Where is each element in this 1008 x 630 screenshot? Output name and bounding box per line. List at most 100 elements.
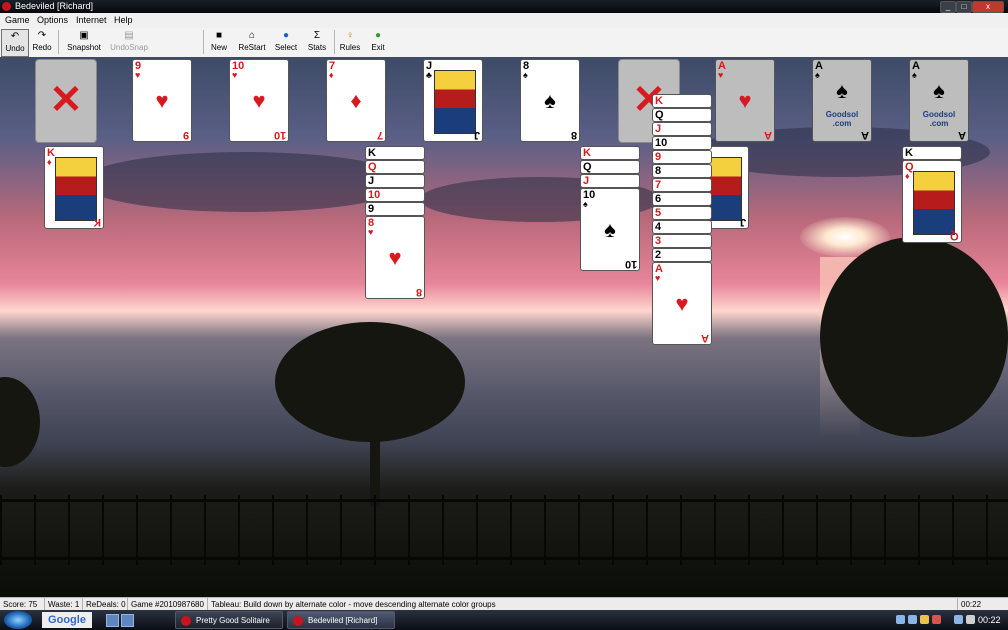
card-3-hearts[interactable]: 3 [652, 234, 712, 248]
background-cloud [80, 152, 410, 212]
card-king-diamonds[interactable]: K ♦ K [44, 146, 104, 229]
jack-portrait [434, 70, 476, 134]
toolbar-separator [58, 30, 59, 54]
card-6-spades[interactable]: 6 [652, 192, 712, 206]
card-8-clubs[interactable]: 8 [652, 164, 712, 178]
minimize-button[interactable]: _ [940, 1, 956, 13]
tray-app-icon[interactable] [932, 615, 941, 624]
fence-rail [0, 499, 1008, 502]
background-tree [820, 237, 1008, 437]
clock: 00:22 [978, 615, 1001, 625]
card-queen-hearts[interactable]: Q [365, 160, 425, 174]
card-jack-diamonds[interactable]: J [580, 174, 640, 188]
foundation-ace-hearts[interactable]: A ♥ ♥ A [715, 59, 775, 142]
volume-icon[interactable] [966, 615, 975, 624]
undo-icon: ↶ [10, 31, 20, 42]
card-jack-clubs[interactable]: J ♣ J [423, 59, 483, 142]
home-icon: ⌂ [248, 30, 256, 41]
toolbar-separator [203, 30, 204, 54]
card-ace-hearts[interactable]: A ♥ ♥ A [652, 262, 712, 345]
card-5-diamonds[interactable]: 5 [652, 206, 712, 220]
toolbar: ↶ Undo ↷ Redo ▣ Snapshot ▤ UndoSnap ■ Ne… [0, 28, 1008, 58]
foundation-ace-spades-2[interactable]: A ♠ ♠ Goodsol .com A [909, 59, 969, 142]
card-queen-spades-2[interactable]: Q [652, 108, 712, 122]
card-10-spades[interactable]: 10 ♠ ♠ 10 [580, 188, 640, 271]
card-9-hearts-2[interactable]: 9 [652, 150, 712, 164]
close-button[interactable]: x [972, 1, 1004, 13]
card-king-hearts-2[interactable]: K [652, 94, 712, 108]
card-jack-hearts[interactable]: J [652, 122, 712, 136]
undo-button[interactable]: ↶ Undo [1, 29, 29, 57]
undo-snapshot-icon: ▤ [124, 30, 134, 41]
king-portrait [55, 157, 97, 221]
menu-help[interactable]: Help [114, 13, 133, 28]
status-bar: Score: 75 Waste: 1 ReDeals: 0 Game #2010… [0, 597, 1008, 611]
card-2-spades[interactable]: 2 [652, 248, 712, 262]
fence-rail [0, 557, 1008, 560]
security-icon[interactable] [954, 615, 963, 624]
goodsol-logo: Goodsol .com [825, 110, 859, 128]
new-game-button[interactable]: ■ New [207, 29, 231, 55]
background-fence [0, 495, 1008, 565]
menu-options[interactable]: Options [37, 13, 68, 28]
card-10-diamonds[interactable]: 10 [365, 188, 425, 202]
redo-icon: ↷ [37, 30, 47, 41]
queen-portrait [913, 171, 955, 235]
goodsol-logo: Goodsol .com [922, 110, 956, 128]
switch-windows-icon[interactable] [121, 614, 134, 627]
sigma-icon: Σ [313, 30, 321, 41]
card-10-clubs[interactable]: 10 [652, 136, 712, 150]
window-title: Bedeviled [Richard] [15, 1, 94, 11]
undosnap-button[interactable]: ▤ UndoSnap [108, 29, 150, 55]
start-button[interactable] [4, 611, 32, 629]
camera-icon: ▣ [79, 30, 89, 41]
foundation-ace-spades[interactable]: A ♠ ♠ Goodsol .com A [812, 59, 872, 142]
card-king-hearts[interactable]: K [580, 146, 640, 160]
lightbulb-icon: ♀ [346, 30, 354, 41]
network-icon[interactable] [896, 615, 905, 624]
card-king-clubs[interactable]: K [365, 146, 425, 160]
menu-game[interactable]: Game [5, 13, 30, 28]
solitaire-app-icon [293, 616, 303, 626]
solitaire-app-icon [181, 616, 191, 626]
background-tree [0, 377, 40, 467]
maximize-button[interactable]: □ [956, 1, 972, 13]
card-9-hearts[interactable]: 9 ♥ ♥ 9 [132, 59, 192, 142]
restart-button[interactable]: ⌂ ReStart [236, 29, 268, 55]
card-queen-spades[interactable]: Q [580, 160, 640, 174]
tree-trunk [370, 417, 380, 507]
menu-internet[interactable]: Internet [76, 13, 107, 28]
menu-bar: Game Options Internet Help [0, 13, 1008, 29]
card-10-hearts[interactable]: 10 ♥ ♥ 10 [229, 59, 289, 142]
redo-button[interactable]: ↷ Redo [30, 29, 54, 55]
new-game-icon: ■ [215, 30, 223, 41]
snapshot-button[interactable]: ▣ Snapshot [65, 29, 103, 55]
title-bar: Bedeviled [Richard] _ □ x [0, 0, 1008, 13]
card-queen-diamonds[interactable]: Q ♦ Q [902, 160, 962, 243]
tray-app-icon[interactable] [920, 615, 929, 624]
card-jack-spades[interactable]: J [365, 174, 425, 188]
google-search-box[interactable]: Google [42, 612, 92, 628]
card-8-spades[interactable]: 8 ♠ ♠ 8 [520, 59, 580, 142]
toolbar-separator [334, 30, 335, 54]
task-bedeviled[interactable]: Bedeviled [Richard] [287, 611, 395, 629]
card-king-spades[interactable]: K [902, 146, 962, 160]
exit-icon: ● [374, 30, 382, 41]
card-7-hearts[interactable]: 7 [652, 178, 712, 192]
exit-button[interactable]: ● Exit [367, 29, 389, 55]
card-8-hearts[interactable]: 8 ♥ ♥ 8 [365, 216, 425, 299]
globe-icon: ● [282, 30, 290, 41]
empty-pile-x-icon: ✕ [49, 78, 83, 122]
card-4-spades[interactable]: 4 [652, 220, 712, 234]
rules-button[interactable]: ♀ Rules [338, 29, 362, 55]
card-7-diamonds[interactable]: 7 ♦ ♦ 7 [326, 59, 386, 142]
game-board[interactable]: ✕ 9 ♥ ♥ 9 10 ♥ ♥ 10 7 ♦ ♦ 7 J ♣ J 8 ♠ ♠ … [0, 57, 1008, 597]
tray-app-icon[interactable] [908, 615, 917, 624]
task-pretty-good-solitaire[interactable]: Pretty Good Solitaire [175, 611, 283, 629]
select-button[interactable]: ● Select [272, 29, 300, 55]
show-desktop-icon[interactable] [106, 614, 119, 627]
taskbar: Google Pretty Good Solitaire Bedeviled [… [0, 610, 1008, 630]
card-9-clubs[interactable]: 9 [365, 202, 425, 216]
stats-button[interactable]: Σ Stats [305, 29, 329, 55]
empty-stock-pile[interactable]: ✕ [35, 59, 97, 143]
